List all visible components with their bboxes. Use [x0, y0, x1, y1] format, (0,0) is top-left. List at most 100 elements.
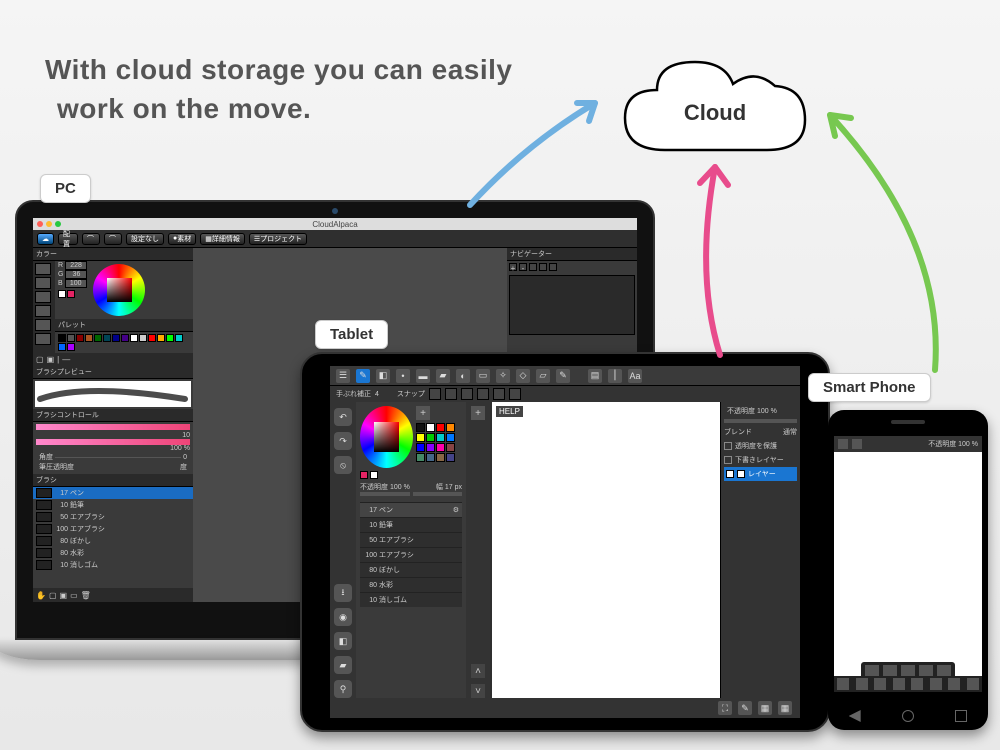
file-icon[interactable]: ▢ — [36, 355, 44, 364]
trash-icon[interactable]: 🗑 — [81, 591, 91, 600]
minimize-icon[interactable] — [46, 221, 52, 227]
snap-parallel-icon[interactable] — [445, 388, 457, 400]
brush-row[interactable]: 10鉛筆 — [33, 499, 193, 511]
zoom-out-icon[interactable]: - — [519, 263, 527, 271]
r-value[interactable]: 228 — [65, 261, 87, 270]
toolbar-correction-button[interactable]: 設定なし — [126, 233, 164, 245]
brush-row[interactable]: 10鉛筆 — [360, 517, 462, 532]
swatch[interactable] — [416, 433, 425, 442]
phone-tool3-icon[interactable] — [874, 678, 886, 690]
dup-icon[interactable]: ▣ — [60, 591, 68, 600]
visibility-icon[interactable] — [726, 470, 734, 478]
swatch[interactable] — [426, 423, 435, 432]
select-rect-icon[interactable]: ▭ — [476, 369, 490, 383]
swatch[interactable] — [436, 423, 445, 432]
brush-row[interactable]: 80水彩 — [33, 547, 193, 559]
eraser-tool-icon[interactable] — [35, 291, 51, 303]
cloud-icon[interactable]: ☁ — [37, 233, 54, 245]
gradient-icon[interactable]: ◐ — [456, 369, 470, 383]
brush-row[interactable]: 10消しゴム — [360, 592, 462, 607]
redo-icon[interactable]: ↷ — [334, 432, 352, 450]
snap-vanish-icon[interactable] — [477, 388, 489, 400]
toolbar-project-button[interactable]: ☰ プロジェクト — [249, 233, 307, 245]
curve2-icon[interactable]: ⌒ — [104, 233, 122, 245]
add-brush-button[interactable]: + — [471, 406, 485, 420]
swatch[interactable] — [76, 334, 84, 342]
brush-row[interactable]: 17ペン⚙ — [360, 502, 462, 517]
tablet-canvas[interactable]: HELP — [492, 402, 720, 698]
menu-icon[interactable]: ☰ — [336, 369, 350, 383]
fill-tool-icon[interactable] — [35, 319, 51, 331]
brush-row[interactable]: 50エアブラシ — [33, 511, 193, 523]
swatch[interactable] — [85, 334, 93, 342]
picker-icon[interactable]: ✎ — [556, 369, 570, 383]
bg-swatch[interactable] — [67, 290, 75, 298]
bc-slider-1[interactable] — [36, 424, 190, 430]
layer-opacity-slider[interactable] — [724, 419, 797, 423]
maximize-icon[interactable] — [55, 221, 61, 227]
pen-icon[interactable]: ✎ — [356, 369, 370, 383]
toolbar-haichi-button[interactable]: 配置 — [58, 233, 78, 245]
brush-row[interactable]: 80水彩 — [360, 577, 462, 592]
blend-value[interactable]: 通常 — [783, 427, 797, 437]
swatch[interactable] — [436, 433, 445, 442]
sep-icon[interactable]: ⎮ — [608, 369, 622, 383]
brush-set-icon[interactable]: ✎ — [738, 701, 752, 715]
tablet-color-wheel[interactable] — [360, 406, 413, 468]
bg-swatch-tab[interactable] — [370, 471, 378, 479]
brush-row[interactable]: 10消しゴム — [33, 559, 193, 571]
rect-icon[interactable]: ▬ — [416, 369, 430, 383]
new-icon[interactable]: ▢ — [49, 591, 57, 600]
pen-tool-icon[interactable] — [35, 263, 51, 275]
add-swatch-button[interactable]: + — [416, 406, 430, 420]
swatch[interactable] — [103, 334, 111, 342]
home-icon[interactable] — [902, 710, 914, 722]
g-value[interactable]: 36 — [65, 270, 87, 279]
bucket-icon[interactable]: ▰ — [436, 369, 450, 383]
swatch[interactable] — [175, 334, 183, 342]
swatch[interactable] — [446, 443, 455, 452]
panel-icon[interactable]: ▤ — [588, 369, 602, 383]
phone-canvas[interactable] — [834, 452, 982, 692]
swatch[interactable] — [436, 453, 445, 462]
curve1-icon[interactable]: ⌒ — [82, 233, 100, 245]
correction-value[interactable]: 4 — [375, 391, 379, 398]
protect-alpha-checkbox[interactable] — [724, 442, 732, 450]
move-tool-icon[interactable] — [35, 305, 51, 317]
swatch[interactable] — [67, 343, 75, 351]
toolbar-sansho-button[interactable]: ▦ 詳細情報 — [200, 233, 245, 245]
folder-icon[interactable]: ▭ — [70, 591, 78, 600]
brush-row[interactable]: 100エアブラシ — [33, 523, 193, 535]
b-value[interactable]: 100 — [65, 279, 87, 288]
swatch[interactable] — [426, 453, 435, 462]
close-icon[interactable] — [37, 221, 43, 227]
select-tool-icon[interactable] — [35, 333, 51, 345]
phone-menu-icon[interactable] — [838, 439, 848, 449]
resize-icon[interactable]: ⛶ — [718, 701, 732, 715]
phone-tool1-icon[interactable] — [837, 678, 849, 690]
save-icon[interactable]: ⭳ — [334, 584, 352, 602]
draft-layer-checkbox[interactable] — [724, 456, 732, 464]
swatch[interactable] — [166, 334, 174, 342]
grid9-icon[interactable]: ▦ — [778, 701, 792, 715]
swatch[interactable] — [121, 334, 129, 342]
width-slider[interactable] — [413, 492, 463, 496]
swatch[interactable] — [139, 334, 147, 342]
brush-up-icon[interactable]: ˄ — [471, 664, 485, 678]
swatch[interactable] — [416, 453, 425, 462]
undo-icon[interactable]: ↶ — [334, 408, 352, 426]
tablet-palette[interactable] — [416, 423, 462, 462]
phone-tool7-icon[interactable] — [948, 678, 960, 690]
toolbar-sozai-button[interactable]: ● 素材 — [168, 233, 196, 245]
brush-row[interactable]: 80ぼかし — [33, 535, 193, 547]
swatch[interactable] — [426, 433, 435, 442]
brush-row[interactable]: 17ペン — [33, 487, 193, 499]
phone-tool6-icon[interactable] — [930, 678, 942, 690]
fg-swatch-tab[interactable] — [360, 471, 368, 479]
rotate-l-icon[interactable] — [529, 263, 537, 271]
crop-icon[interactable]: ▱ — [536, 369, 550, 383]
brush-row[interactable]: 80ぼかし — [360, 562, 462, 577]
swatch[interactable] — [94, 334, 102, 342]
wand-icon[interactable]: ✧ — [496, 369, 510, 383]
rotate-r-icon[interactable] — [539, 263, 547, 271]
